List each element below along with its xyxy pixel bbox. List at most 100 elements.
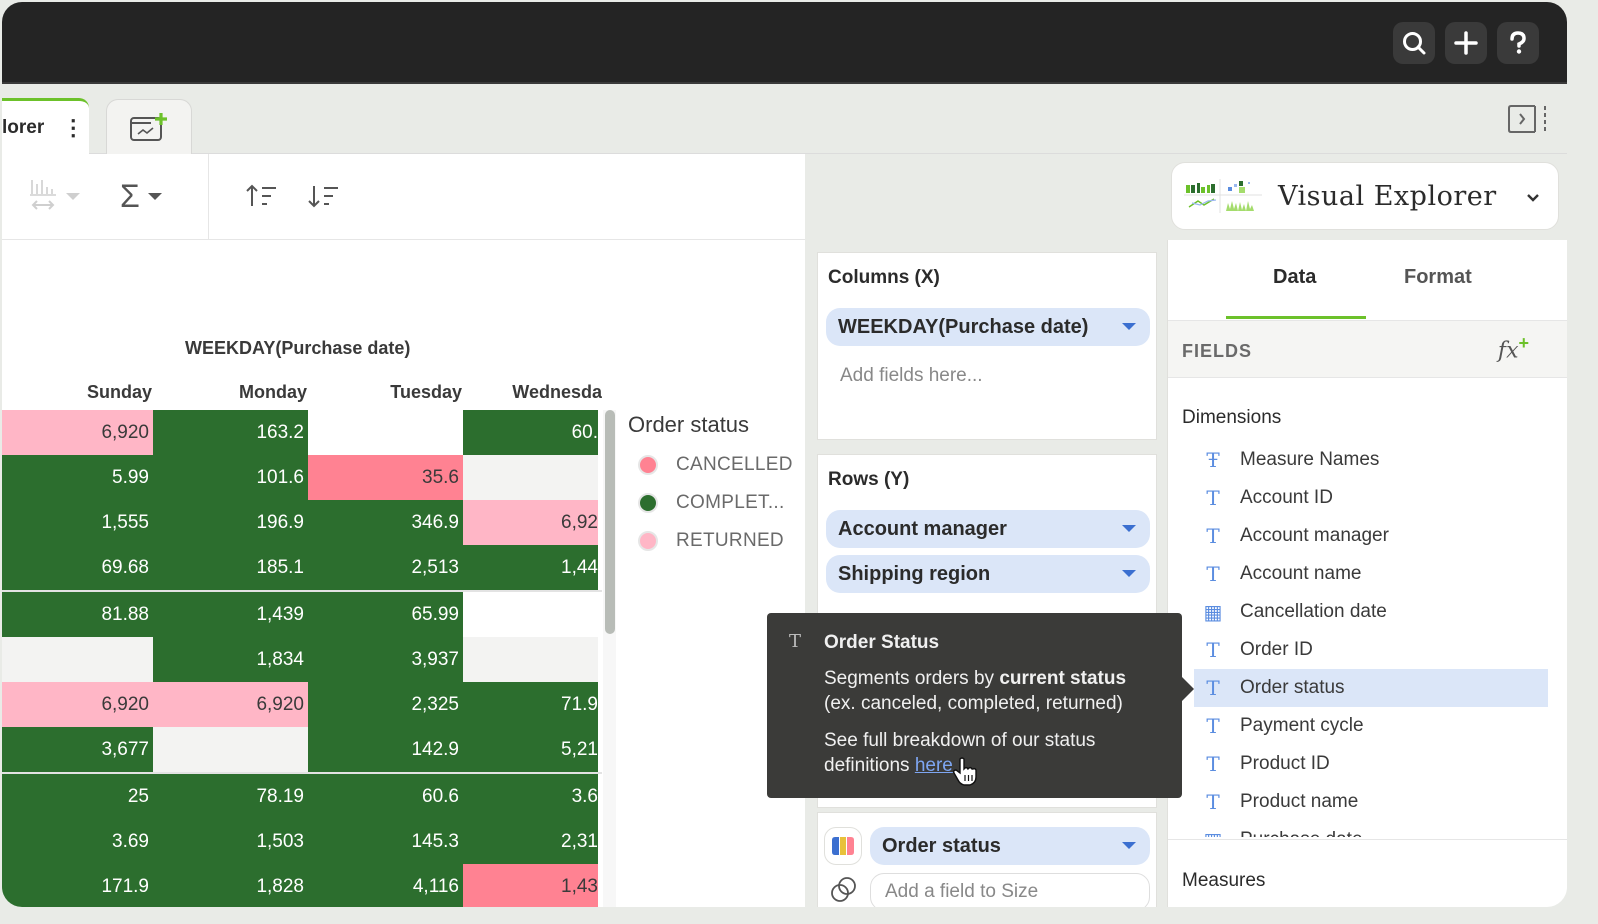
table-cell[interactable]: 185.1	[153, 545, 308, 590]
table-row: 5.99 101.6 35.6	[2, 455, 602, 500]
table-cell[interactable]: 1,44	[463, 545, 598, 590]
table-cell[interactable]: 171.9	[2, 864, 153, 907]
field-item[interactable]: T Order ID	[1194, 631, 1548, 669]
field-item[interactable]: ▦ Purchase date	[1194, 821, 1548, 837]
table-cell[interactable]: 145.3	[308, 819, 463, 864]
table-cell[interactable]: 2,31	[463, 819, 598, 864]
field-item[interactable]: T Product name	[1194, 783, 1548, 821]
color-field-pill[interactable]: Order status	[870, 827, 1150, 865]
table-cell[interactable]: 5.99	[2, 455, 153, 500]
column-header-wednesday[interactable]: Wednesda	[452, 382, 602, 403]
table-cell[interactable]: 5,21	[463, 727, 598, 772]
legend-item-cancelled[interactable]: CANCELLED	[628, 446, 793, 484]
table-row: 6,920 6,920 2,325 71.9	[2, 682, 602, 727]
visual-explorer-selector[interactable]: Visual Explorer	[1171, 162, 1559, 230]
table-cell[interactable]: 4,116	[308, 864, 463, 907]
columns-drop-placeholder[interactable]: Add fields here...	[840, 365, 983, 387]
field-item[interactable]: T Account manager	[1194, 517, 1548, 555]
chart-size-button[interactable]	[30, 176, 80, 216]
field-item[interactable]: T Payment cycle	[1194, 707, 1548, 745]
legend-item-completed[interactable]: COMPLET...	[628, 484, 793, 522]
text-type-icon: T	[1206, 752, 1220, 776]
table-cell[interactable]: 60.	[463, 410, 598, 455]
table-cell[interactable]: 1,834	[153, 637, 308, 682]
aggregate-button[interactable]: Σ	[120, 176, 162, 216]
field-item[interactable]: T Account name	[1194, 555, 1548, 593]
add-calculation-icon[interactable]: fx+	[1498, 333, 1529, 363]
table-cell[interactable]: 60.6	[308, 774, 463, 819]
tab-data[interactable]: Data	[1273, 266, 1316, 289]
field-item[interactable]: T Order status	[1194, 669, 1548, 707]
column-header-monday[interactable]: Monday	[157, 382, 307, 403]
field-item[interactable]: T Product ID	[1194, 745, 1548, 783]
table-cell[interactable]: 1,503	[153, 819, 308, 864]
sort-descending-button[interactable]	[308, 176, 342, 216]
table-cell[interactable]	[463, 592, 598, 637]
table-cell[interactable]: 3,937	[308, 637, 463, 682]
size-field-input[interactable]: Add a field to Size	[870, 873, 1150, 907]
table-cell[interactable]: 3.6	[463, 774, 598, 819]
sort-ascending-button[interactable]	[246, 176, 280, 216]
field-item[interactable]: T Account ID	[1194, 479, 1548, 517]
table-cell[interactable]	[308, 410, 463, 455]
field-item[interactable]: Ŧ Measure Names	[1194, 441, 1548, 479]
size-mark-icon[interactable]	[830, 875, 858, 903]
table-cell[interactable]: 3.69	[2, 819, 153, 864]
color-mark-button[interactable]	[824, 827, 862, 865]
chevron-down-icon[interactable]	[1122, 570, 1136, 577]
legend-swatch	[638, 493, 658, 513]
table-cell[interactable]: 65.99	[308, 592, 463, 637]
table-cell[interactable]: 142.9	[308, 727, 463, 772]
table-cell[interactable]: 78.19	[153, 774, 308, 819]
tab-visual-explorer[interactable]: lorer ⋮	[2, 98, 89, 155]
chevron-down-icon[interactable]	[1122, 525, 1136, 532]
create-button[interactable]	[1445, 22, 1487, 64]
table-cell[interactable]	[2, 637, 153, 682]
table-cell[interactable]: 2,513	[308, 545, 463, 590]
table-cell[interactable]: 69.68	[2, 545, 153, 590]
table-cell[interactable]: 25	[2, 774, 153, 819]
columns-shelf[interactable]: Columns (X) WEEKDAY(Purchase date) Add f…	[817, 252, 1157, 440]
table-cell[interactable]: 3,677	[2, 727, 153, 772]
text-type-icon: T	[1206, 638, 1220, 662]
column-header-tuesday[interactable]: Tuesday	[312, 382, 462, 403]
table-cell[interactable]	[153, 727, 308, 772]
sigma-icon: Σ	[120, 178, 140, 214]
table-cell[interactable]: 1,828	[153, 864, 308, 907]
table-cell[interactable]: 2,325	[308, 682, 463, 727]
table-cell[interactable]: 81.88	[2, 592, 153, 637]
table-cell[interactable]	[463, 637, 598, 682]
collapse-panel-icon[interactable]	[1507, 104, 1549, 134]
table-cell[interactable]: 1,43	[463, 864, 598, 907]
help-button[interactable]	[1497, 22, 1539, 64]
columns-field-pill[interactable]: WEEKDAY(Purchase date)	[826, 308, 1150, 346]
status-definitions-link[interactable]: here	[915, 755, 953, 776]
table-cell[interactable]: 35.6	[308, 455, 463, 500]
kebab-menu-icon[interactable]: ⋮	[62, 117, 84, 139]
table-cell[interactable]: 1,439	[153, 592, 308, 637]
tab-label: lorer	[2, 117, 45, 138]
legend-item-returned[interactable]: RETURNED	[628, 522, 793, 560]
table-cell[interactable]: 6,92	[463, 500, 598, 545]
chevron-down-icon[interactable]	[1122, 842, 1136, 849]
hand-cursor-icon	[953, 757, 977, 786]
scrollbar-thumb[interactable]	[605, 410, 615, 634]
tab-format[interactable]: Format	[1404, 266, 1472, 289]
search-button[interactable]	[1393, 22, 1435, 64]
table-cell[interactable]: 196.9	[153, 500, 308, 545]
table-cell[interactable]: 163.2	[153, 410, 308, 455]
table-cell[interactable]: 1,555	[2, 500, 153, 545]
table-cell[interactable]: 346.9	[308, 500, 463, 545]
chevron-down-icon[interactable]	[1122, 323, 1136, 330]
new-tab-button[interactable]	[106, 99, 192, 154]
table-cell[interactable]: 6,920	[153, 682, 308, 727]
table-cell[interactable]	[463, 455, 598, 500]
rows-field-pill[interactable]: Shipping region	[826, 555, 1150, 593]
field-item[interactable]: ▦ Cancellation date	[1194, 593, 1548, 631]
table-cell[interactable]: 6,920	[2, 410, 153, 455]
rows-field-pill[interactable]: Account manager	[826, 510, 1150, 548]
table-cell[interactable]: 101.6	[153, 455, 308, 500]
table-cell[interactable]: 6,920	[2, 682, 153, 727]
column-header-sunday[interactable]: Sunday	[2, 382, 152, 403]
table-cell[interactable]: 71.9	[463, 682, 598, 727]
